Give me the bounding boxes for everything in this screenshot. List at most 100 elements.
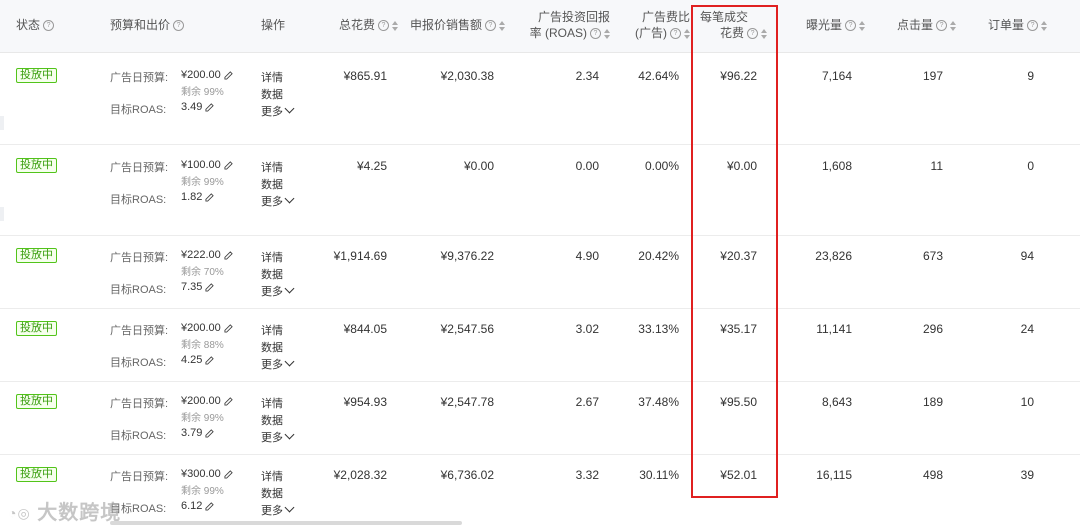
- detail-link[interactable]: 详情: [261, 69, 283, 85]
- edit-icon[interactable]: [224, 396, 233, 406]
- header-roas-line1: 广告投资回报: [537, 10, 610, 24]
- data-link[interactable]: 数据: [261, 339, 283, 355]
- help-icon[interactable]: ?: [43, 20, 55, 32]
- budget-remaining: 剩余 99%: [181, 87, 224, 98]
- header-cost-per-order[interactable]: 每笔成交 花费?: [700, 9, 768, 41]
- target-roas-value[interactable]: 3.79: [181, 427, 215, 439]
- data-link[interactable]: 数据: [261, 412, 283, 428]
- header-reported-sales[interactable]: 申报价销售额?: [410, 17, 505, 33]
- help-icon[interactable]: ?: [747, 28, 759, 40]
- sort-icon[interactable]: [859, 20, 866, 31]
- header-acos[interactable]: 广告费比 (广告)?: [635, 9, 690, 41]
- acos-value: 33.13%: [638, 322, 679, 336]
- edit-icon[interactable]: [205, 428, 215, 438]
- edit-icon[interactable]: [224, 323, 233, 333]
- daily-budget-value[interactable]: ¥300.00: [181, 468, 233, 480]
- target-roas-amount: 6.12: [181, 500, 203, 512]
- detail-link[interactable]: 详情: [261, 322, 283, 338]
- target-roas-amount: 7.35: [181, 281, 203, 293]
- help-icon[interactable]: ?: [936, 20, 948, 32]
- help-icon[interactable]: ?: [485, 20, 496, 32]
- detail-link[interactable]: 详情: [261, 249, 283, 265]
- detail-link[interactable]: 详情: [261, 159, 283, 175]
- daily-budget-value[interactable]: ¥222.00: [181, 249, 233, 261]
- sort-icon[interactable]: [950, 20, 957, 31]
- header-impressions-label: 曝光量: [806, 18, 843, 32]
- budget-remaining: 剩余 99%: [181, 413, 224, 424]
- help-icon[interactable]: ?: [173, 20, 185, 32]
- target-roas-value[interactable]: 3.49: [181, 101, 215, 113]
- impressions: 11,141: [816, 322, 852, 336]
- daily-budget-value[interactable]: ¥200.00: [181, 322, 233, 334]
- more-dropdown[interactable]: 更多: [261, 193, 295, 209]
- header-cpo-line1: 每笔成交: [700, 10, 749, 24]
- detail-link[interactable]: 详情: [261, 395, 283, 411]
- more-dropdown[interactable]: 更多: [261, 502, 295, 518]
- header-roas[interactable]: 广告投资回报 率 (ROAS)?: [530, 9, 610, 41]
- horizontal-scrollbar[interactable]: [110, 521, 462, 525]
- sort-icon[interactable]: [499, 20, 505, 31]
- edit-icon[interactable]: [224, 160, 233, 170]
- sort-icon[interactable]: [761, 28, 768, 39]
- header-roas-line2: 率 (ROAS): [529, 26, 587, 40]
- more-dropdown[interactable]: 更多: [261, 356, 295, 372]
- sort-icon[interactable]: [604, 28, 610, 39]
- clicks: 189: [922, 395, 943, 409]
- data-link[interactable]: 数据: [261, 176, 283, 192]
- header-status-label: 状态: [16, 18, 41, 32]
- header-clicks[interactable]: 点击量?: [897, 17, 957, 33]
- target-roas-value[interactable]: 1.82: [181, 191, 215, 203]
- more-dropdown[interactable]: 更多: [261, 103, 295, 119]
- target-roas-amount: 3.49: [181, 101, 203, 113]
- daily-budget-value[interactable]: ¥200.00: [181, 69, 233, 81]
- more-label: 更多: [261, 196, 283, 208]
- header-budget-bid[interactable]: 预算和出价?: [110, 17, 185, 33]
- daily-budget-value[interactable]: ¥100.00: [181, 159, 233, 171]
- header-status[interactable]: 状态?: [16, 17, 55, 33]
- clicks: 296: [922, 322, 943, 336]
- roas-value: 3.32: [575, 468, 599, 482]
- edit-icon[interactable]: [205, 282, 215, 292]
- data-link[interactable]: 数据: [261, 86, 283, 102]
- header-impressions[interactable]: 曝光量?: [806, 17, 866, 33]
- data-link[interactable]: 数据: [261, 485, 283, 501]
- target-roas-value[interactable]: 7.35: [181, 281, 215, 293]
- orders: 9: [1027, 69, 1034, 83]
- sort-icon[interactable]: [392, 20, 398, 31]
- more-label: 更多: [261, 106, 283, 118]
- reported-sales: ¥6,736.02: [440, 468, 494, 482]
- more-dropdown[interactable]: 更多: [261, 283, 295, 299]
- header-orders[interactable]: 订单量?: [988, 17, 1048, 33]
- header-total-spend[interactable]: 总花费?: [339, 17, 398, 33]
- watermark-text: 大数跨境: [37, 502, 122, 524]
- edit-icon[interactable]: [224, 70, 233, 80]
- help-icon[interactable]: ?: [590, 28, 601, 40]
- budget-remaining: 剩余 99%: [181, 486, 224, 497]
- acos-value: 37.48%: [638, 395, 679, 409]
- edit-icon[interactable]: [205, 192, 215, 202]
- reported-sales: ¥9,376.22: [440, 249, 494, 263]
- edit-icon[interactable]: [224, 250, 233, 260]
- data-link[interactable]: 数据: [261, 266, 283, 282]
- edit-icon[interactable]: [224, 469, 233, 479]
- target-roas-value[interactable]: 6.12: [181, 500, 215, 512]
- sort-icon[interactable]: [684, 28, 690, 39]
- impressions: 23,826: [815, 249, 852, 263]
- help-icon[interactable]: ?: [378, 20, 389, 32]
- edit-icon[interactable]: [205, 501, 215, 511]
- more-dropdown[interactable]: 更多: [261, 429, 295, 445]
- daily-budget-amount: ¥300.00: [181, 468, 221, 480]
- sort-icon[interactable]: [1041, 20, 1048, 31]
- edit-icon[interactable]: [205, 355, 215, 365]
- impressions: 1,608: [821, 159, 852, 173]
- budget-remaining: 剩余 88%: [181, 340, 224, 351]
- detail-link[interactable]: 详情: [261, 468, 283, 484]
- help-icon[interactable]: ?: [845, 20, 857, 32]
- target-roas-value[interactable]: 4.25: [181, 354, 215, 366]
- cost-per-order: ¥20.37: [720, 249, 757, 263]
- help-icon[interactable]: ?: [670, 28, 681, 40]
- edit-icon[interactable]: [205, 102, 215, 112]
- help-icon[interactable]: ?: [1027, 20, 1039, 32]
- roas-value: 2.34: [575, 69, 599, 83]
- daily-budget-value[interactable]: ¥200.00: [181, 395, 233, 407]
